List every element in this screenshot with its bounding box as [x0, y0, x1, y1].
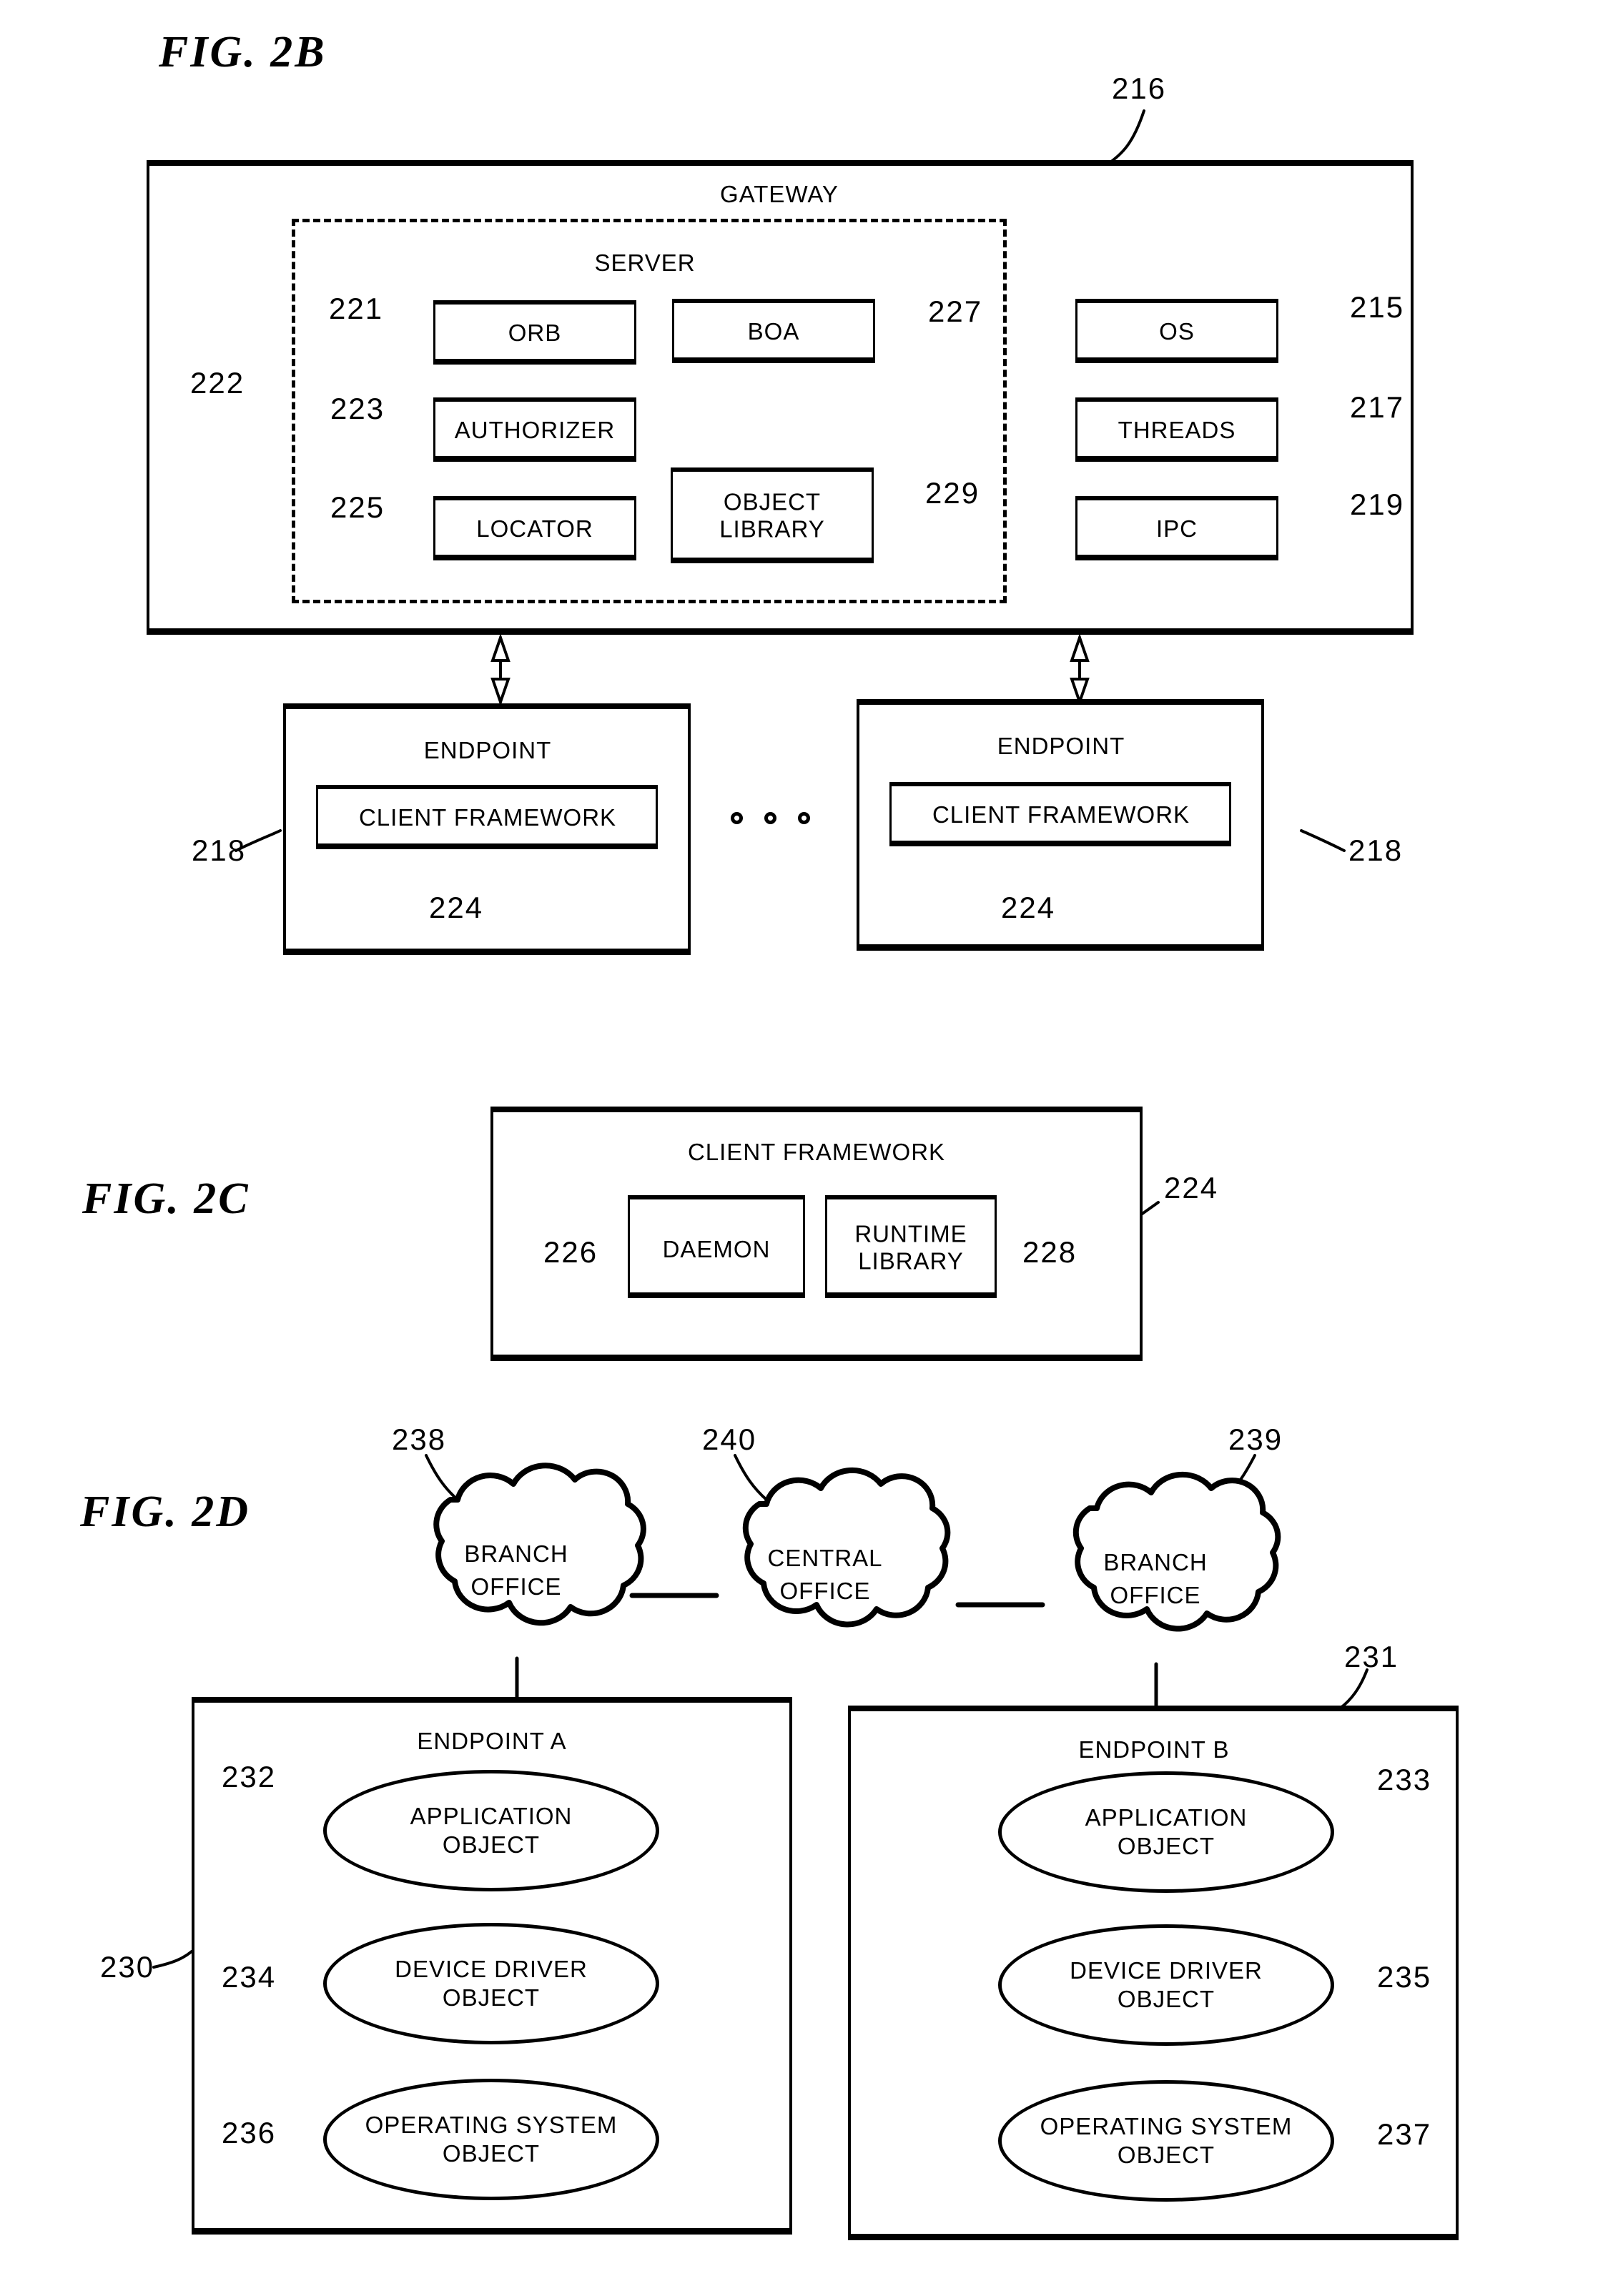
ref-221: 221 — [329, 292, 384, 325]
leader-216 — [1107, 109, 1145, 165]
endpoint-b-dd-object-line1: DEVICE DRIVER — [1070, 1957, 1263, 1984]
leader-238 — [425, 1454, 459, 1501]
endpoint-b-dd-object-line2: OBJECT — [1117, 1986, 1215, 2012]
ref-227: 227 — [928, 295, 983, 328]
cloud-central-office-line1: CENTRAL — [767, 1544, 883, 1571]
ref-225: 225 — [330, 490, 385, 524]
ref-230: 230 — [100, 1950, 155, 1984]
endpoint-b-label: ENDPOINT B — [1078, 1736, 1230, 1763]
ref-231: 231 — [1344, 1640, 1399, 1673]
ref-239: 239 — [1228, 1422, 1283, 1456]
object-library-label: OBJECT LIBRARY — [719, 488, 825, 543]
endpoint-a-os-object-line1: OPERATING SYSTEM — [365, 2112, 618, 2139]
threads-label: THREADS — [1118, 416, 1236, 443]
ref-229: 229 — [925, 476, 980, 510]
ref-228: 228 — [1022, 1235, 1077, 1269]
cloud-branch-office-left-line1: BRANCH — [464, 1540, 568, 1567]
endpoint-a-label: ENDPOINT A — [417, 1727, 567, 1754]
endpoint-b-os-object: OPERATING SYSTEM OBJECT — [998, 2080, 1334, 2202]
ref-219: 219 — [1350, 488, 1405, 521]
ellipsis-dot-3 — [798, 812, 810, 824]
ref-217: 217 — [1350, 390, 1405, 424]
figure-2d-title: FIG. 2D — [80, 1488, 251, 1536]
ref-224-right: 224 — [1001, 891, 1056, 924]
endpoint-a-os-object-line2: OBJECT — [442, 2140, 541, 2167]
endpoint-a-dd-object-line1: DEVICE DRIVER — [395, 1956, 588, 1983]
ref-236: 236 — [222, 2116, 277, 2149]
daemon-label: DAEMON — [662, 1235, 771, 1262]
gateway-label: GATEWAY — [720, 180, 839, 207]
endpoint-a-dd-object-line2: OBJECT — [442, 1984, 541, 2011]
endpoint-b-app-object-line2: OBJECT — [1117, 1833, 1215, 1859]
os-label: OS — [1159, 317, 1195, 345]
ref-218-left: 218 — [192, 833, 247, 867]
patent-drawing-sheet: FIG. 2B 216 GATEWAY SERVER ORB 221 BOA 2… — [0, 0, 1598, 2296]
client-framework-left-label: CLIENT FRAMEWORK — [358, 803, 617, 831]
leader-230 — [152, 1950, 193, 1969]
ref-224-left: 224 — [429, 891, 484, 924]
endpoint-right-label: ENDPOINT — [997, 732, 1125, 759]
endpoint-a-device-driver-object: DEVICE DRIVER OBJECT — [323, 1923, 659, 2044]
ref-235: 235 — [1377, 1960, 1432, 1994]
ref-237: 237 — [1377, 2117, 1432, 2151]
endpoint-a-application-object: APPLICATION OBJECT — [323, 1770, 659, 1891]
cloud-central-office-line2: OFFICE — [779, 1577, 871, 1604]
endpoint-a-app-object-line2: OBJECT — [442, 1831, 541, 1858]
ipc-label: IPC — [1155, 515, 1198, 542]
ellipsis-dot-1 — [731, 812, 743, 824]
cloud-branch-office-left-line2: OFFICE — [470, 1573, 562, 1600]
ref-232: 232 — [222, 1760, 277, 1793]
leader-240 — [734, 1454, 768, 1501]
endpoint-b-app-object-line1: APPLICATION — [1085, 1804, 1248, 1831]
figure-2c-title: FIG. 2C — [82, 1174, 250, 1223]
ellipsis-dot-2 — [764, 812, 776, 824]
server-label: SERVER — [594, 249, 696, 276]
ref-222: 222 — [190, 366, 245, 400]
authorizer-label: AUTHORIZER — [454, 416, 616, 443]
ref-234: 234 — [222, 1960, 277, 1994]
cloud-branch-office-right-line1: BRANCH — [1103, 1548, 1208, 1575]
ref-233: 233 — [1377, 1763, 1432, 1796]
client-framework-title-label: CLIENT FRAMEWORK — [687, 1138, 946, 1165]
boa-label: BOA — [747, 317, 800, 345]
ref-224-fig2c: 224 — [1164, 1171, 1219, 1204]
endpoint-b-application-object: APPLICATION OBJECT — [998, 1771, 1334, 1893]
leader-239 — [1221, 1454, 1256, 1501]
ref-216: 216 — [1112, 71, 1167, 105]
endpoint-b-os-object-line1: OPERATING SYSTEM — [1040, 2113, 1293, 2140]
ref-223: 223 — [330, 392, 385, 425]
runtime-library-label: RUNTIME LIBRARY — [854, 1220, 967, 1275]
client-framework-right-label: CLIENT FRAMEWORK — [932, 801, 1190, 828]
endpoint-a-app-object-line1: APPLICATION — [410, 1803, 573, 1830]
cloud-branch-office-right-line2: OFFICE — [1110, 1581, 1201, 1608]
ref-238: 238 — [392, 1422, 447, 1456]
leader-231 — [1338, 1668, 1368, 1710]
endpoint-ellipsis — [731, 812, 810, 824]
locator-label: LOCATOR — [476, 515, 593, 542]
figure-2b-title: FIG. 2B — [159, 28, 327, 76]
endpoint-left-label: ENDPOINT — [423, 736, 552, 763]
endpoint-a-os-object: OPERATING SYSTEM OBJECT — [323, 2079, 659, 2200]
ref-226: 226 — [543, 1235, 598, 1269]
ref-218-right: 218 — [1348, 833, 1404, 867]
leader-218-right — [1300, 829, 1346, 852]
orb-label: ORB — [508, 319, 562, 346]
endpoint-b-device-driver-object: DEVICE DRIVER OBJECT — [998, 1924, 1334, 2046]
endpoint-b-os-object-line2: OBJECT — [1117, 2142, 1215, 2168]
ref-240: 240 — [702, 1422, 757, 1456]
ref-215: 215 — [1350, 290, 1405, 324]
